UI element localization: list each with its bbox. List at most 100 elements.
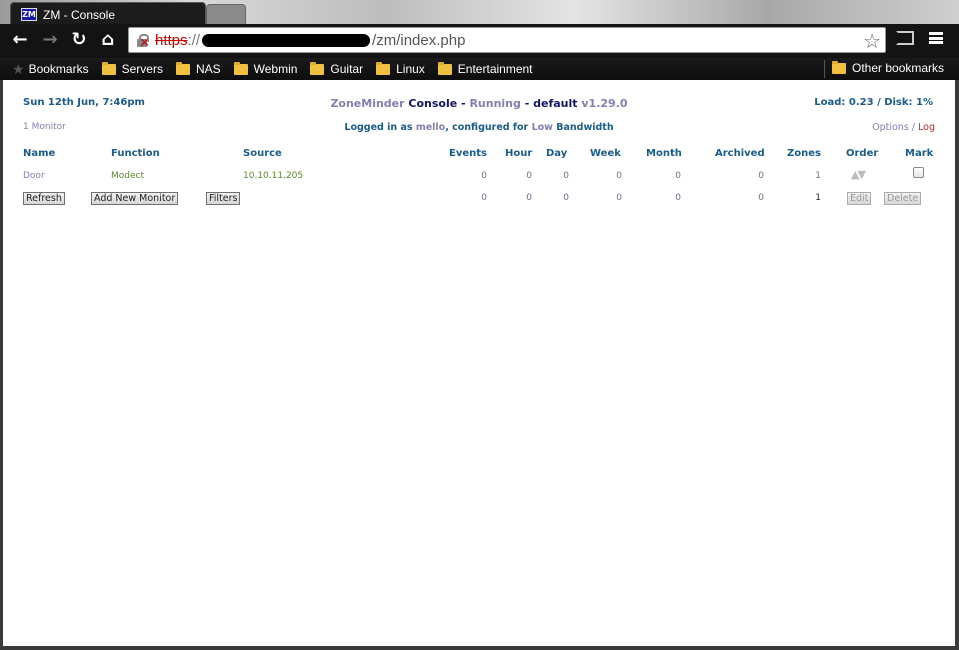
col-header-mark: Mark (905, 148, 934, 159)
mark-checkbox[interactable] (913, 167, 924, 178)
header-title: ZoneMinder Console - Running - default v… (3, 97, 955, 110)
bookmark-bookmarks[interactable]: Bookmarks (29, 62, 89, 76)
log-link[interactable]: Log (918, 122, 935, 133)
bookmark-webmin[interactable]: Webmin (233, 61, 298, 76)
edit-button[interactable]: Edit (847, 192, 872, 205)
total-zones: 1 (815, 193, 821, 203)
folder-icon (233, 61, 248, 75)
bookmark-star-icon[interactable]: ☆ (863, 29, 881, 53)
bookmarks-star-icon: ★ (12, 60, 25, 77)
cast-icon[interactable] (896, 31, 914, 45)
home-icon[interactable]: ⌂ (96, 28, 120, 52)
back-icon[interactable]: ← (8, 28, 32, 52)
run-state-name: default (533, 97, 578, 110)
browser-titlebar: ZM ZM - Console (0, 0, 959, 26)
bookmark-label: Other bookmarks (852, 61, 945, 75)
bookmarks-bar: ★ Bookmarks Servers NAS Webmin Guitar Li… (0, 58, 959, 80)
login-status: Logged in as mello, configured for Low B… (3, 122, 955, 133)
bookmark-label: NAS (195, 62, 221, 76)
header-dash: - (520, 97, 534, 110)
run-state-link[interactable]: Running (469, 97, 520, 110)
col-header-function: Function (111, 148, 160, 159)
url-scheme: https (155, 31, 188, 49)
folder-icon (310, 61, 325, 75)
refresh-button[interactable]: Refresh (23, 192, 65, 205)
bookmark-linux[interactable]: Linux (376, 61, 425, 76)
version-link[interactable]: v1.29.0 (581, 97, 627, 110)
zm-console-page: Sun 12th Jun, 7:46pm ZoneMinder Console … (3, 80, 955, 646)
bookmark-guitar[interactable]: Guitar (310, 61, 364, 76)
col-header-order: Order (846, 148, 879, 159)
col-header-name: Name (23, 148, 56, 159)
bookmark-label: Servers (121, 62, 163, 76)
folder-icon (376, 61, 391, 75)
row-hour[interactable]: 0 (508, 171, 532, 181)
col-header-day: Day (546, 148, 568, 159)
app-name: ZoneMinder (330, 97, 405, 110)
menu-icon[interactable] (929, 32, 943, 44)
redacted-host (202, 33, 371, 47)
bandwidth-label: Bandwidth (556, 122, 614, 133)
monitor-function-link[interactable]: Modect (111, 171, 144, 181)
forward-icon[interactable]: → (38, 28, 62, 52)
configured-label: , configured for (445, 122, 529, 133)
header-dash: - (457, 97, 470, 110)
bookmark-label: Entertainment (457, 62, 533, 76)
url-separator: :// (187, 31, 201, 49)
row-day[interactable]: 0 (545, 171, 569, 181)
broken-lock-icon: ✕ (135, 33, 150, 51)
tab-title: ZM - Console (43, 7, 116, 22)
bookmark-label: Bookmarks (28, 62, 89, 76)
col-header-hour: Hour (505, 148, 533, 159)
col-header-month: Month (646, 148, 682, 159)
total-events[interactable]: 0 (463, 193, 487, 203)
url-text[interactable]: https :// /zm/index.php (155, 32, 465, 49)
reload-icon[interactable]: ↻ (67, 28, 91, 52)
folder-icon (832, 60, 846, 74)
row-month[interactable]: 0 (657, 171, 681, 181)
browser-tab[interactable]: ZM ZM - Console (10, 2, 206, 26)
new-tab-button[interactable] (206, 4, 246, 24)
col-header-archived: Archived (715, 148, 765, 159)
user-link[interactable]: mello (416, 122, 445, 133)
options-log-links: Options / Log (872, 122, 935, 133)
filters-button[interactable]: Filters (206, 192, 241, 205)
bookmark-nas[interactable]: NAS (175, 61, 221, 76)
bandwidth-link[interactable]: Low (532, 122, 553, 133)
col-header-source: Source (243, 148, 282, 159)
total-hour[interactable]: 0 (508, 193, 532, 203)
url-path: /zm/index.php (372, 31, 466, 49)
monitor-source-link[interactable]: 10.10.11.205 (243, 171, 303, 181)
address-bar[interactable]: ✕ https :// /zm/index.php ☆ (128, 27, 886, 53)
delete-button[interactable]: Delete (884, 192, 922, 205)
logged-in-label: Logged in as (344, 122, 413, 133)
window-border-right (955, 80, 959, 650)
row-events[interactable]: 0 (463, 171, 487, 181)
browser-toolbar: ← → ↻ ⌂ ✕ https :// /zm/index.php ☆ (0, 24, 959, 58)
window-border-left (0, 80, 3, 650)
bookmark-servers[interactable]: Servers (101, 61, 163, 76)
monitor-name-link[interactable]: Door (23, 171, 45, 181)
bookmark-label: Guitar (330, 62, 364, 76)
other-bookmarks[interactable]: Other bookmarks (832, 60, 945, 75)
bookmark-entertainment[interactable]: Entertainment (437, 61, 533, 76)
col-header-zones: Zones (787, 148, 821, 159)
options-link[interactable]: Options (872, 122, 909, 133)
total-week[interactable]: 0 (598, 193, 622, 203)
total-month[interactable]: 0 (657, 193, 681, 203)
row-archived[interactable]: 0 (740, 171, 764, 181)
bookmark-label: Linux (396, 62, 425, 76)
zm-favicon-icon: ZM (21, 8, 37, 21)
row-zones[interactable]: 1 (797, 171, 821, 181)
bookmark-label: Webmin (253, 62, 298, 76)
folder-icon (101, 61, 116, 75)
add-new-monitor-button[interactable]: Add New Monitor (91, 192, 179, 205)
load-disk-status: Load: 0.23 / Disk: 1% (814, 97, 933, 108)
section-name: Console (408, 97, 458, 110)
total-day[interactable]: 0 (545, 193, 569, 203)
folder-icon (437, 61, 452, 75)
link-separator: / (908, 122, 919, 133)
row-week[interactable]: 0 (598, 171, 622, 181)
total-archived[interactable]: 0 (740, 193, 764, 203)
window-border-bottom (0, 646, 959, 650)
